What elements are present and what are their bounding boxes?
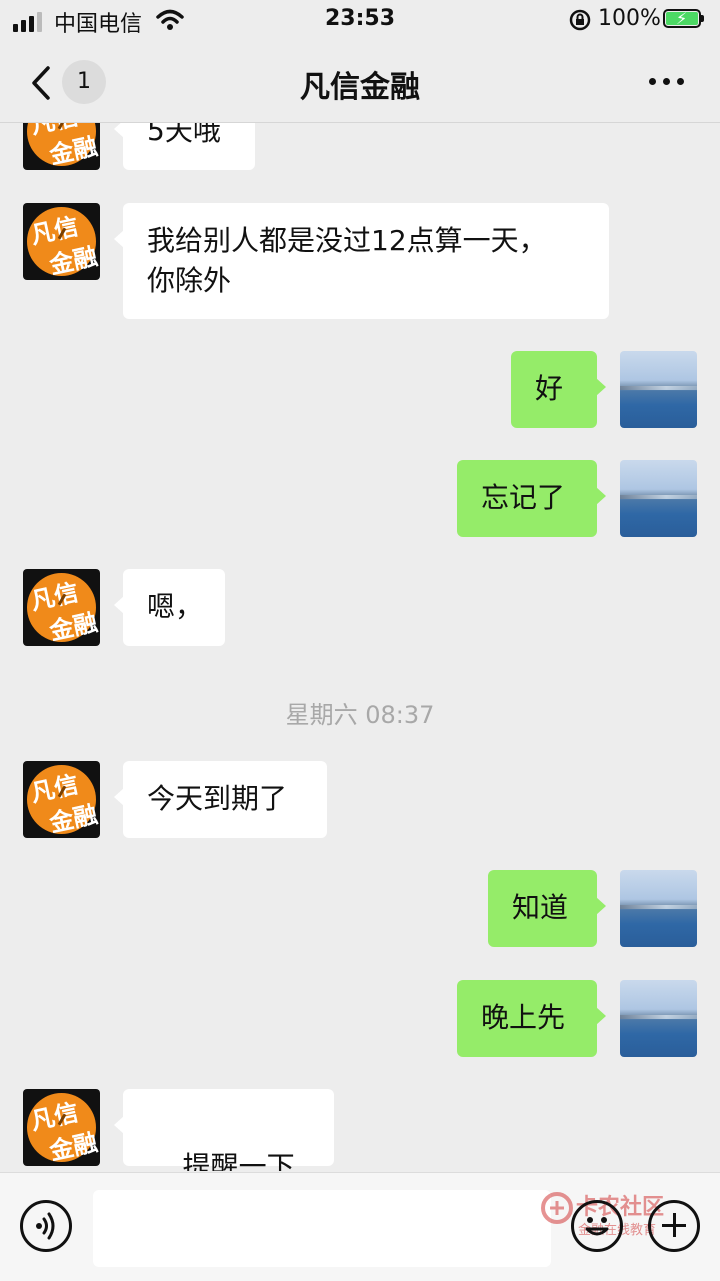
message-bubble-right[interactable]: 知道 xyxy=(488,870,606,947)
battery-cap xyxy=(701,15,704,22)
contact-avatar[interactable]: 凡信金融 xyxy=(23,1089,100,1166)
message-bubble-left[interactable]: 5天哦 xyxy=(114,123,255,170)
rotation-lock-icon xyxy=(568,9,592,35)
contact-avatar[interactable]: 凡信金融 xyxy=(23,203,100,280)
self-avatar[interactable] xyxy=(620,980,697,1057)
message-bubble-right[interactable]: 好 xyxy=(511,351,606,428)
message-text: 提醒一下 xyxy=(182,1150,295,1171)
message-bubble-left[interactable]: 嗯， xyxy=(114,569,225,646)
status-bar: 中国电信 23:53 100% ⚡ xyxy=(0,0,720,40)
self-avatar[interactable] xyxy=(620,870,697,947)
message-timestamp: 星期六 08:37 xyxy=(285,701,435,729)
contact-avatar[interactable]: 凡信金融 xyxy=(23,761,100,838)
more-options-button[interactable] xyxy=(640,68,692,94)
contact-avatar[interactable]: 凡信金融 xyxy=(23,569,100,646)
self-avatar[interactable] xyxy=(620,460,697,537)
message-bubble-right[interactable]: 忘记了 xyxy=(457,460,606,537)
voice-icon xyxy=(36,1212,55,1240)
self-avatar[interactable] xyxy=(620,351,697,428)
contact-avatar[interactable]: 凡信金融 xyxy=(23,123,100,170)
input-bar: 卡农社区 金融在线教育 xyxy=(0,1172,720,1281)
chat-header: 1 凡信金融 xyxy=(0,40,720,123)
message-bubble-right[interactable]: 晚上先 xyxy=(457,980,606,1057)
message-bubble-left[interactable]: 我给别人都是没过12点算一天， 你除外 xyxy=(114,203,609,319)
ellipsis-icon xyxy=(648,77,656,85)
plus-button[interactable] xyxy=(648,1200,700,1252)
message-list[interactable]: 凡信金融 5天哦 凡信金融 我给别人都是没过12点算一天， 你除外 好 忘记了 … xyxy=(0,123,720,1171)
chat-title: 凡信金融 xyxy=(300,70,420,105)
message-bubble-left[interactable]: 今天到期了 xyxy=(114,761,327,838)
voice-button[interactable] xyxy=(20,1200,72,1252)
battery-charging-icon: ⚡ xyxy=(663,9,701,28)
message-bubble-left[interactable]: 提醒一下 xyxy=(114,1089,334,1171)
message-input[interactable] xyxy=(93,1190,551,1267)
emoji-button[interactable] xyxy=(571,1200,623,1252)
battery-percent: 100% xyxy=(598,6,661,31)
smiley-icon xyxy=(585,1217,609,1236)
